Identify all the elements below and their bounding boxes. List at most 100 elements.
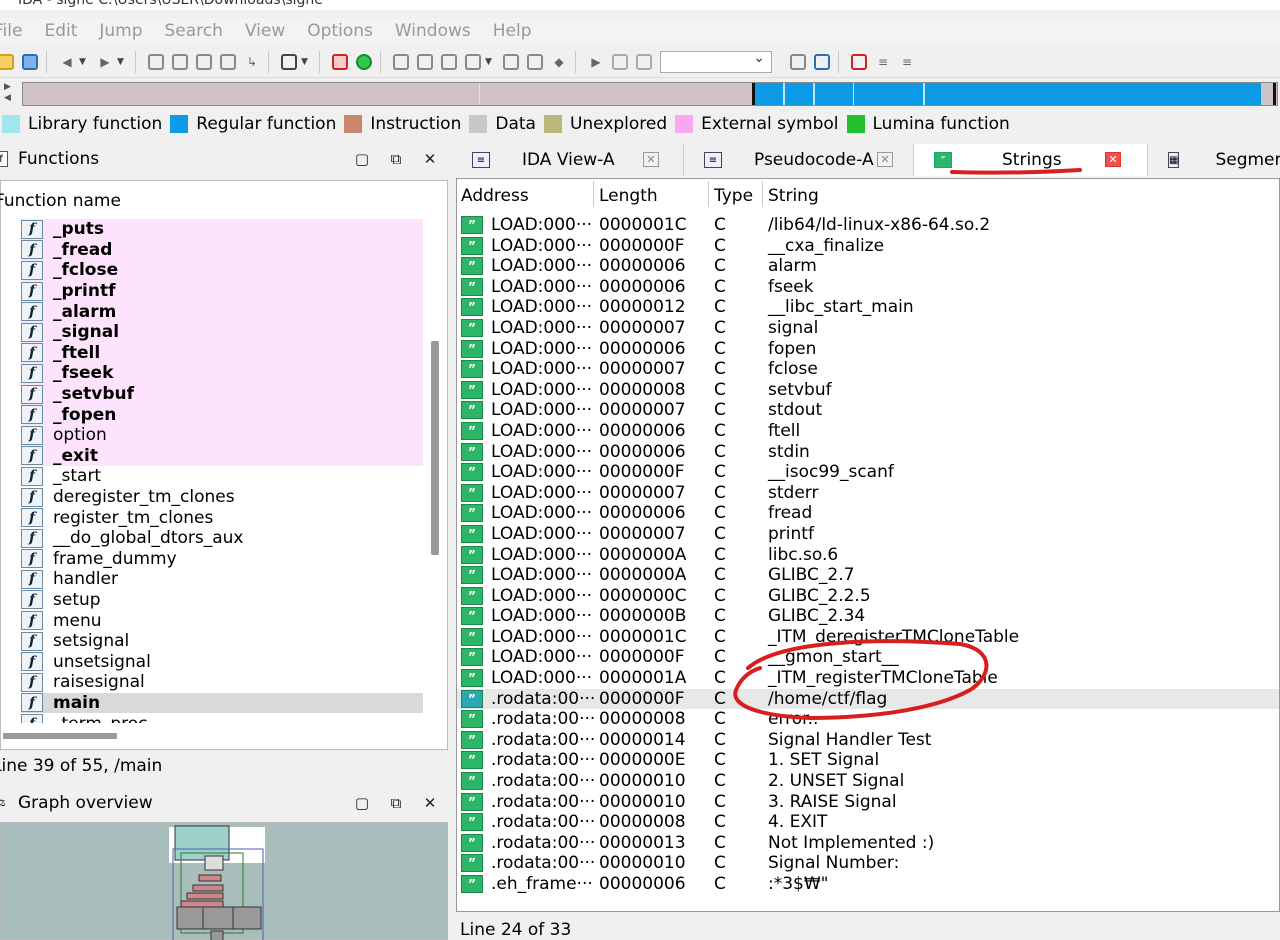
function-list-item[interactable]: f _fopen <box>21 404 423 425</box>
function-list-item[interactable]: f raisesignal <box>21 672 423 693</box>
string-row[interactable]: ” .rodata:00··· 00000008 Cerror.. <box>457 709 1279 730</box>
column-separator[interactable] <box>708 181 709 207</box>
column-type[interactable]: Type <box>714 186 753 206</box>
stop-icon[interactable] <box>634 52 654 72</box>
maximize-icon[interactable]: ▢ <box>354 150 370 168</box>
tab-ida-view-a[interactable]: ≡ IDA View-A ✕ <box>452 144 684 176</box>
menu-jump[interactable]: Jump <box>99 21 142 41</box>
function-list-item[interactable]: f _fclose <box>21 260 423 281</box>
nav-left-icon[interactable]: ▶ <box>4 82 14 92</box>
function-list-item[interactable]: f handler <box>21 569 423 590</box>
function-list-item[interactable]: f _term_proc <box>21 713 423 723</box>
nav-left-icon[interactable]: ◀ <box>4 93 14 103</box>
string-row[interactable]: ” LOAD:000··· 00000012 C __libc_start_main <box>457 297 1279 318</box>
column-string[interactable]: String <box>768 186 819 206</box>
string-row[interactable]: ” .rodata:00··· 00000008 C 4. EXIT <box>457 812 1279 833</box>
string-row[interactable]: ” .rodata:00··· 00000014 C Signal Handler Te… <box>457 730 1279 751</box>
paste-icon[interactable] <box>415 52 435 72</box>
function-list-item[interactable]: f _ftell <box>21 342 423 364</box>
down-arrow-icon[interactable]: ↳ <box>242 52 262 72</box>
jump-icon[interactable] <box>218 52 238 72</box>
string-row[interactable]: ” LOAD:000··· 00000007 Csignal <box>457 318 1279 339</box>
string-row[interactable]: ” .rodata:00··· 0000000E C 1. SET Signal <box>457 750 1279 771</box>
column-separator[interactable] <box>762 181 763 207</box>
grid-dropdown-icon[interactable]: ▼ <box>485 57 497 67</box>
function-list-item[interactable]: f _puts <box>21 219 423 240</box>
close-tab-icon[interactable]: ✕ <box>643 152 659 167</box>
string-row[interactable]: ” LOAD:000··· 0000000F C __gmon_start__ <box>457 647 1279 668</box>
save-icon[interactable] <box>20 52 40 72</box>
string-row[interactable]: ” LOAD:000··· 00000006 Cfopen <box>457 339 1279 360</box>
column-length[interactable]: Length <box>599 186 658 206</box>
chart-icon[interactable] <box>525 52 545 72</box>
string-row[interactable]: ” .rodata:00··· 00000010 C 2. UNSET Signal <box>457 771 1279 792</box>
function-list-item[interactable]: f _fseek <box>21 363 423 384</box>
string-row[interactable]: ” LOAD:000··· 00000006 Cftell <box>457 421 1279 442</box>
function-list-item[interactable]: f __do_global_dtors_aux <box>21 528 423 549</box>
function-list-item[interactable]: f option <box>21 424 423 446</box>
string-row[interactable]: ” LOAD:000··· 0000000F C __cxa_finalize <box>457 236 1279 257</box>
hex-view-icon[interactable] <box>146 52 166 72</box>
menu-file[interactable]: File <box>0 21 22 41</box>
tab-strings[interactable]: ” Strings ✕ <box>914 144 1148 176</box>
string-row[interactable]: ” LOAD:000··· 0000000A C GLIBC_2.7 <box>457 565 1279 586</box>
menu-options[interactable]: Options <box>307 21 373 41</box>
string-row[interactable]: ” LOAD:000··· 0000001A C _ITM_registerTMClon… <box>457 668 1279 689</box>
function-name-column-header[interactable]: Function name <box>0 191 121 211</box>
string-row[interactable]: ” LOAD:000··· 00000006 Cfread <box>457 503 1279 524</box>
graph-view-icon[interactable] <box>194 52 214 72</box>
strings-table[interactable]: Address Length Type String ” LOAD:000··· 0… <box>456 178 1280 912</box>
string-row[interactable]: ” LOAD:000··· 00000007 Cstdout <box>457 400 1279 421</box>
function-list-item[interactable]: f setup <box>21 590 423 611</box>
play-icon[interactable]: ▶ <box>586 52 606 72</box>
function-list-item[interactable]: f _exit <box>21 445 423 467</box>
clipboard-icon[interactable] <box>788 52 808 72</box>
text-view-icon[interactable] <box>170 52 190 72</box>
function-list-item[interactable]: f _fread <box>21 239 423 261</box>
maximize-icon[interactable]: ▢ <box>354 794 370 812</box>
grid-icon[interactable] <box>463 52 483 72</box>
string-row[interactable]: ” LOAD:000··· 00000008 Csetvbuf <box>457 380 1279 401</box>
function-list-item[interactable]: f _alarm <box>21 301 423 322</box>
function-list-item[interactable]: f register_tm_clones <box>21 507 423 528</box>
function-list-item[interactable]: f setsignal <box>21 631 423 652</box>
horizontal-scrollbar[interactable] <box>3 733 117 739</box>
function-list-item[interactable]: f main <box>21 692 423 714</box>
string-row[interactable]: ” LOAD:000··· 00000007 Cfclose <box>457 359 1279 380</box>
frame-icon[interactable] <box>501 52 521 72</box>
function-list-item[interactable]: f _start <box>21 466 423 487</box>
string-row[interactable]: ” LOAD:000··· 0000000A Clibc.so.6 <box>457 545 1279 566</box>
forward-icon[interactable]: ▶ <box>95 52 115 72</box>
string-row[interactable]: ” LOAD:000··· 00000007 Cprintf <box>457 524 1279 545</box>
text-format-dropdown-icon[interactable]: ▼ <box>301 57 313 67</box>
menu-windows[interactable]: Windows <box>395 21 471 41</box>
restore-icon[interactable]: ⧉ <box>388 794 404 812</box>
string-row[interactable]: ” LOAD:000··· 0000000B C GLIBC_2.34 <box>457 606 1279 627</box>
back-icon[interactable]: ◀ <box>57 52 77 72</box>
string-row[interactable]: ” LOAD:000··· 0000001C C/lib64/ld-linux-x86… <box>457 215 1279 236</box>
string-row[interactable]: ” .rodata:00··· 00000010 C Signal Number: <box>457 853 1279 874</box>
close-icon[interactable]: ✕ <box>422 794 438 812</box>
string-row[interactable]: ” .rodata:00··· 00000013 C Not Implemented :… <box>457 833 1279 854</box>
vertical-scrollbar[interactable] <box>431 341 439 555</box>
clipboard-active-icon[interactable] <box>812 52 832 72</box>
string-row[interactable]: ” LOAD:000··· 0000001C C _ITM_deregisterTMCl… <box>457 627 1279 648</box>
string-row[interactable]: ” LOAD:000··· 0000000C C GLIBC_2.2.5 <box>457 586 1279 607</box>
string-row[interactable]: ” .rodata:00··· 00000010 C 3. RAISE Signal <box>457 792 1279 813</box>
tab-segments[interactable]: ▦ Segmen <box>1148 144 1280 176</box>
open-folder-icon[interactable] <box>0 52 16 72</box>
copy-icon[interactable] <box>391 52 411 72</box>
string-row[interactable]: ” LOAD:000··· 00000006 Cfseek <box>457 277 1279 298</box>
breakpoint-icon[interactable] <box>330 52 350 72</box>
close-tab-icon[interactable]: ✕ <box>877 152 893 167</box>
pause-icon[interactable] <box>610 52 630 72</box>
column-address[interactable]: Address <box>461 186 529 206</box>
string-row[interactable]: ” .eh_frame··· 00000006 C:*3$₩" <box>457 874 1279 895</box>
menu-search[interactable]: Search <box>165 21 223 41</box>
menu-view[interactable]: View <box>245 21 285 41</box>
list-red-icon[interactable] <box>849 52 869 72</box>
navigation-bar[interactable] <box>22 82 1278 106</box>
function-list-item[interactable]: f _setvbuf <box>21 383 423 405</box>
list-alt-icon[interactable]: ≡ <box>897 52 917 72</box>
close-icon[interactable]: ✕ <box>422 150 438 168</box>
